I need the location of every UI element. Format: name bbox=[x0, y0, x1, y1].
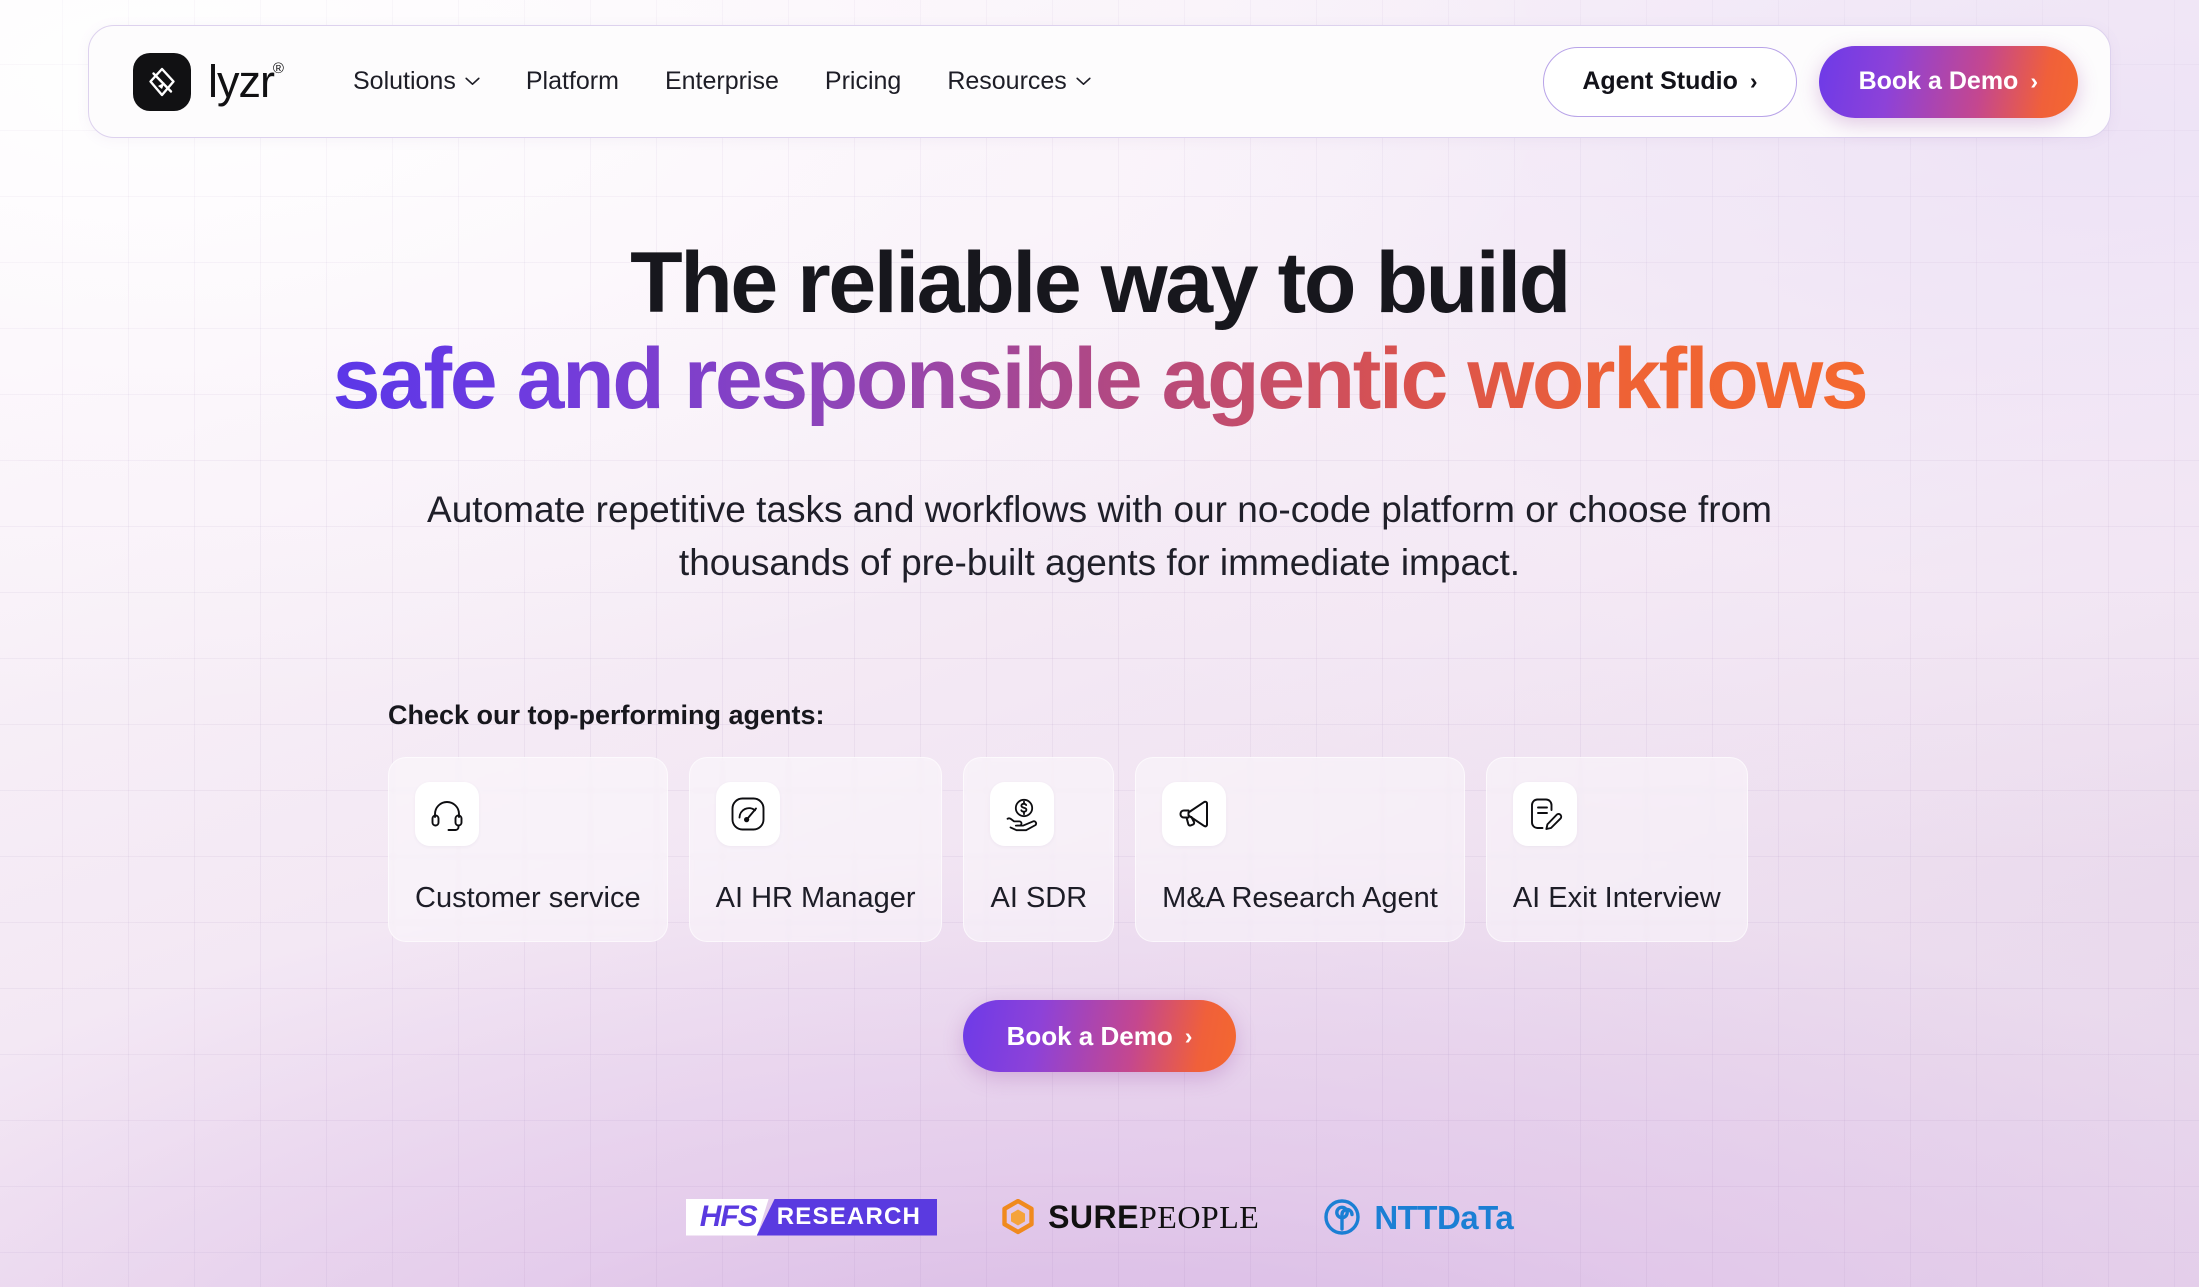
agent-card-ai-exit-interview[interactable]: AI Exit Interview bbox=[1485, 757, 1748, 942]
ntt-swirl-icon bbox=[1324, 1199, 1361, 1235]
hfs-research-wordmark: RESEARCH bbox=[756, 1198, 938, 1236]
hero-subheading: Automate repetitive tasks and workflows … bbox=[427, 488, 1772, 583]
hand-coin-icon bbox=[990, 782, 1055, 846]
chevron-down-icon bbox=[1076, 77, 1091, 86]
chevron-right-icon: › bbox=[1749, 68, 1758, 94]
agent-label-ai-exit-interview: AI Exit Interview bbox=[1512, 882, 1721, 914]
agent-studio-label: Agent Studio bbox=[1582, 67, 1738, 95]
surepeople-wordmark: SUREPEOPLE bbox=[1048, 1201, 1259, 1233]
brand-logo[interactable]: lyzr ® bbox=[133, 52, 284, 111]
agent-label-ma-research-agent: M&A Research Agent bbox=[1162, 882, 1438, 914]
client-logo-strip: HFS RESEARCH SUREPEOPLE NTTDaTa bbox=[0, 1198, 2199, 1236]
agents-section: Check our top-performing agents: Custome… bbox=[388, 700, 1748, 942]
hero-headline-line2: safe and responsible agentic workflows bbox=[333, 329, 1869, 430]
agent-label-ai-hr-manager: AI HR Manager bbox=[715, 882, 916, 914]
nav-label-enterprise: Enterprise bbox=[664, 67, 779, 95]
agent-card-customer-service[interactable]: Customer service bbox=[388, 757, 668, 942]
hero-headline-line1: The reliable way to build bbox=[630, 235, 1571, 331]
header-book-demo-label: Book a Demo bbox=[1858, 67, 2019, 95]
document-pencil-icon bbox=[1512, 782, 1577, 846]
nav-label-pricing: Pricing bbox=[824, 67, 902, 95]
agent-label-ai-sdr: AI SDR bbox=[990, 882, 1088, 914]
hero-book-demo-label: Book a Demo bbox=[1006, 1020, 1173, 1051]
hfs-wordmark: HFS bbox=[685, 1198, 769, 1236]
agent-cards-list: Customer service AI HR Manager AI SDR M&… bbox=[388, 757, 1748, 942]
nav-item-enterprise[interactable]: Enterprise bbox=[665, 67, 779, 96]
client-logo-ntt-data: NTTDaTa bbox=[1323, 1198, 1514, 1236]
trademark-symbol: ® bbox=[272, 60, 284, 77]
agents-section-label: Check our top-performing agents: bbox=[388, 700, 825, 730]
site-header: lyzr ® Solutions Platform Enterprise Pric… bbox=[88, 25, 2111, 138]
agent-card-ai-sdr[interactable]: AI SDR bbox=[963, 757, 1115, 942]
nav-label-platform: Platform bbox=[525, 67, 619, 95]
ntt-wordmark-data: DaTa bbox=[1436, 1198, 1514, 1236]
hero-cta-wrapper: Book a Demo › bbox=[0, 1000, 2199, 1072]
gauge-icon bbox=[715, 782, 780, 846]
agent-studio-button[interactable]: Agent Studio › bbox=[1543, 46, 1797, 117]
header-actions: Agent Studio › Book a Demo › bbox=[1543, 45, 2078, 118]
megaphone-icon bbox=[1162, 782, 1227, 846]
client-logo-surepeople: SUREPEOPLE bbox=[1001, 1199, 1259, 1235]
agent-card-ma-research-agent[interactable]: M&A Research Agent bbox=[1135, 757, 1465, 942]
hexagon-ring-icon bbox=[1002, 1199, 1034, 1235]
brand-wordmark-text: lyzr bbox=[208, 56, 275, 107]
agent-label-customer-service: Customer service bbox=[415, 882, 641, 914]
surepeople-wordmark-people: PEOPLE bbox=[1138, 1199, 1260, 1235]
main-navigation: Solutions Platform Enterprise Pricing Re… bbox=[353, 67, 1091, 96]
headset-icon bbox=[415, 782, 479, 846]
ntt-wordmark-ntt: NTT bbox=[1374, 1198, 1437, 1236]
chevron-right-icon: › bbox=[1184, 1022, 1193, 1049]
nav-item-pricing[interactable]: Pricing bbox=[825, 67, 901, 96]
hero-book-demo-button[interactable]: Book a Demo › bbox=[962, 1000, 1237, 1072]
surepeople-wordmark-sure: SURE bbox=[1048, 1199, 1139, 1235]
nav-item-resources[interactable]: Resources bbox=[947, 67, 1091, 96]
ntt-data-wordmark: NTTDaTa bbox=[1374, 1201, 1513, 1234]
lyzr-diamond-icon bbox=[133, 52, 191, 111]
agent-card-ai-hr-manager[interactable]: AI HR Manager bbox=[688, 757, 943, 942]
nav-label-resources: Resources bbox=[947, 67, 1067, 95]
nav-item-platform[interactable]: Platform bbox=[526, 67, 619, 96]
brand-wordmark: lyzr ® bbox=[208, 56, 284, 107]
chevron-down-icon bbox=[465, 77, 480, 86]
client-logo-hfs-research: HFS RESEARCH bbox=[685, 1198, 938, 1236]
nav-item-solutions[interactable]: Solutions bbox=[353, 67, 480, 96]
chevron-right-icon: › bbox=[2030, 68, 2038, 94]
nav-label-solutions: Solutions bbox=[352, 67, 456, 95]
header-book-demo-button[interactable]: Book a Demo › bbox=[1818, 45, 2078, 118]
